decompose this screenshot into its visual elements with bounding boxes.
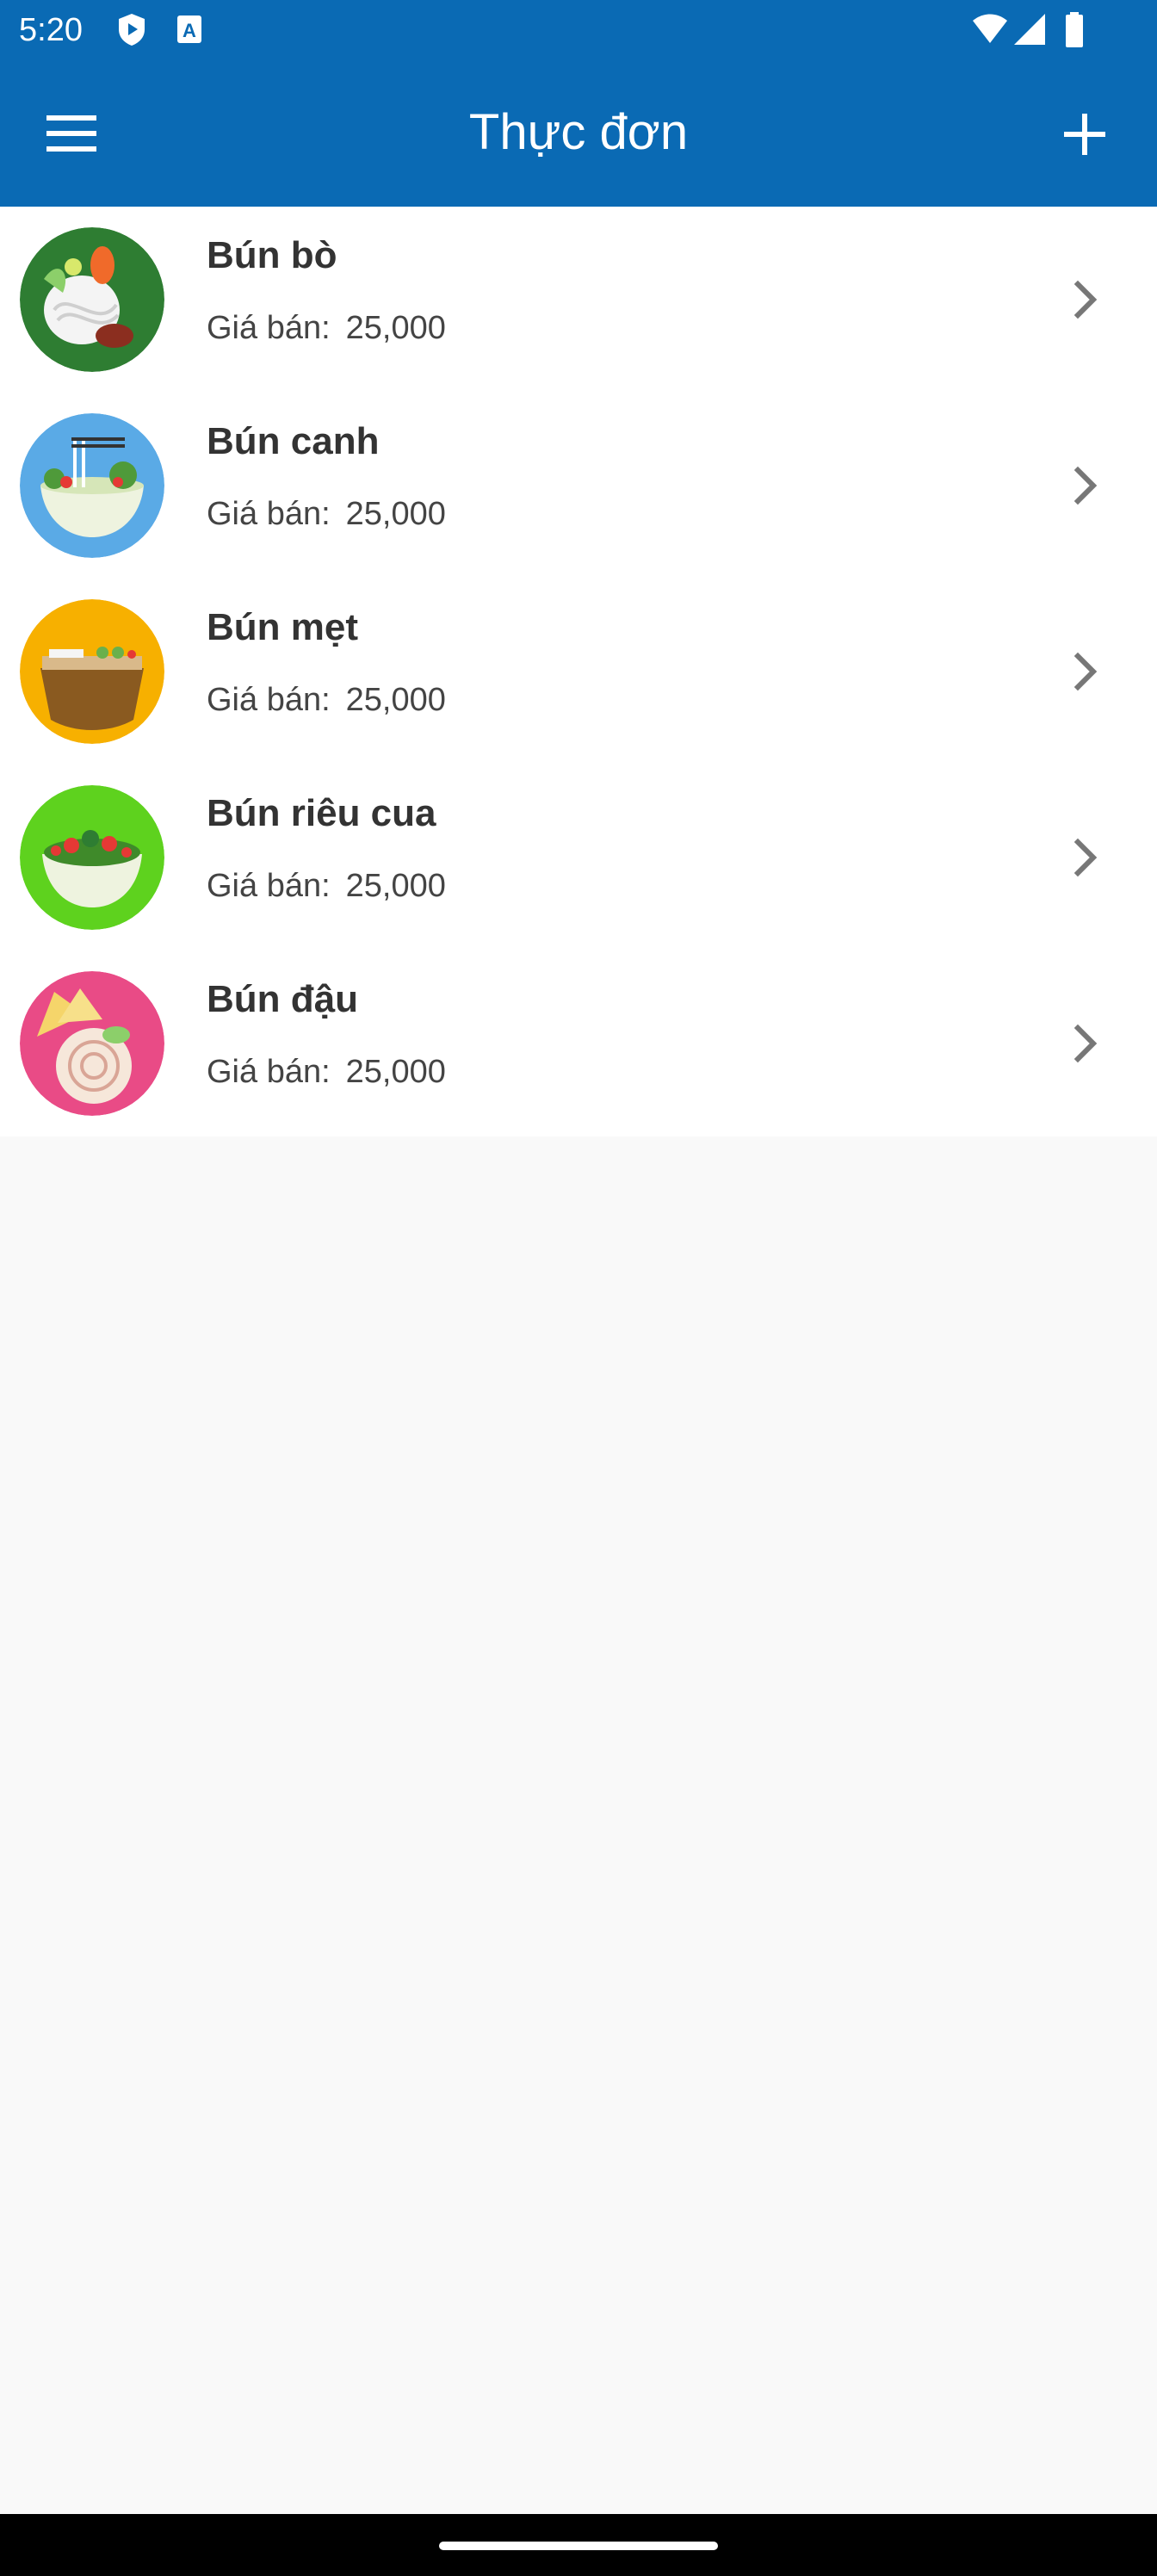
svg-text:A: A	[183, 20, 196, 41]
price-value: 25,000	[345, 310, 446, 346]
bun-met-icon	[20, 599, 164, 744]
price-label: Giá bán:	[207, 310, 331, 346]
dish-avatar	[20, 971, 164, 1116]
bun-canh-icon	[20, 413, 164, 558]
list-item[interactable]: Bún đậu Giá bán: 25,000	[0, 951, 1157, 1136]
dish-name: Bún đậu	[207, 978, 358, 1020]
menu-list: Bún bò Giá bán: 25,000 Bún canh Giá bán:…	[0, 207, 1157, 1136]
wifi-icon	[973, 14, 1007, 43]
chevron-right-icon	[1073, 652, 1098, 691]
shield-play-icon	[119, 14, 145, 46]
price-value: 25,000	[345, 868, 446, 904]
price-label: Giá bán:	[207, 868, 331, 904]
list-item[interactable]: Bún mẹt Giá bán: 25,000	[0, 579, 1157, 765]
dish-avatar	[20, 413, 164, 558]
battery-icon	[1066, 12, 1083, 47]
price-row: Giá bán: 25,000	[207, 1054, 446, 1091]
status-time: 5:20	[19, 12, 83, 48]
list-item[interactable]: Bún bò Giá bán: 25,000	[0, 207, 1157, 393]
signal-icon	[1014, 14, 1045, 45]
status-bar: 5:20 A	[0, 0, 1157, 62]
bun-bo-icon	[20, 227, 164, 372]
chevron-right-icon	[1073, 280, 1098, 319]
add-item-button[interactable]	[1047, 100, 1124, 169]
dish-name: Bún canh	[207, 420, 380, 462]
price-label: Giá bán:	[207, 496, 331, 532]
dish-name: Bún riêu cua	[207, 792, 436, 834]
dish-name: Bún bò	[207, 234, 337, 276]
dish-avatar	[20, 227, 164, 372]
price-row: Giá bán: 25,000	[207, 310, 446, 347]
a-badge-icon: A	[177, 15, 201, 43]
home-gesture-handle[interactable]	[439, 2542, 718, 2550]
price-row: Giá bán: 25,000	[207, 682, 446, 719]
dish-name: Bún mẹt	[207, 606, 358, 648]
price-value: 25,000	[345, 682, 446, 718]
bun-rieu-cua-icon	[20, 785, 164, 930]
system-navigation-bar	[0, 2514, 1157, 2576]
price-label: Giá bán:	[207, 1054, 331, 1090]
price-value: 25,000	[345, 496, 446, 532]
list-item[interactable]: Bún canh Giá bán: 25,000	[0, 393, 1157, 579]
plus-icon	[1064, 114, 1105, 155]
app-bar: Thực đơn	[0, 62, 1157, 207]
chevron-right-icon	[1073, 466, 1098, 505]
price-label: Giá bán:	[207, 682, 331, 718]
list-item[interactable]: Bún riêu cua Giá bán: 25,000	[0, 765, 1157, 951]
chevron-right-icon	[1073, 1024, 1098, 1063]
bun-dau-icon	[20, 971, 164, 1116]
page-title: Thực đơn	[468, 104, 689, 160]
chevron-right-icon	[1073, 838, 1098, 877]
price-row: Giá bán: 25,000	[207, 868, 446, 905]
price-value: 25,000	[345, 1054, 446, 1090]
dish-avatar	[20, 785, 164, 930]
dish-avatar	[20, 599, 164, 744]
price-row: Giá bán: 25,000	[207, 496, 446, 533]
